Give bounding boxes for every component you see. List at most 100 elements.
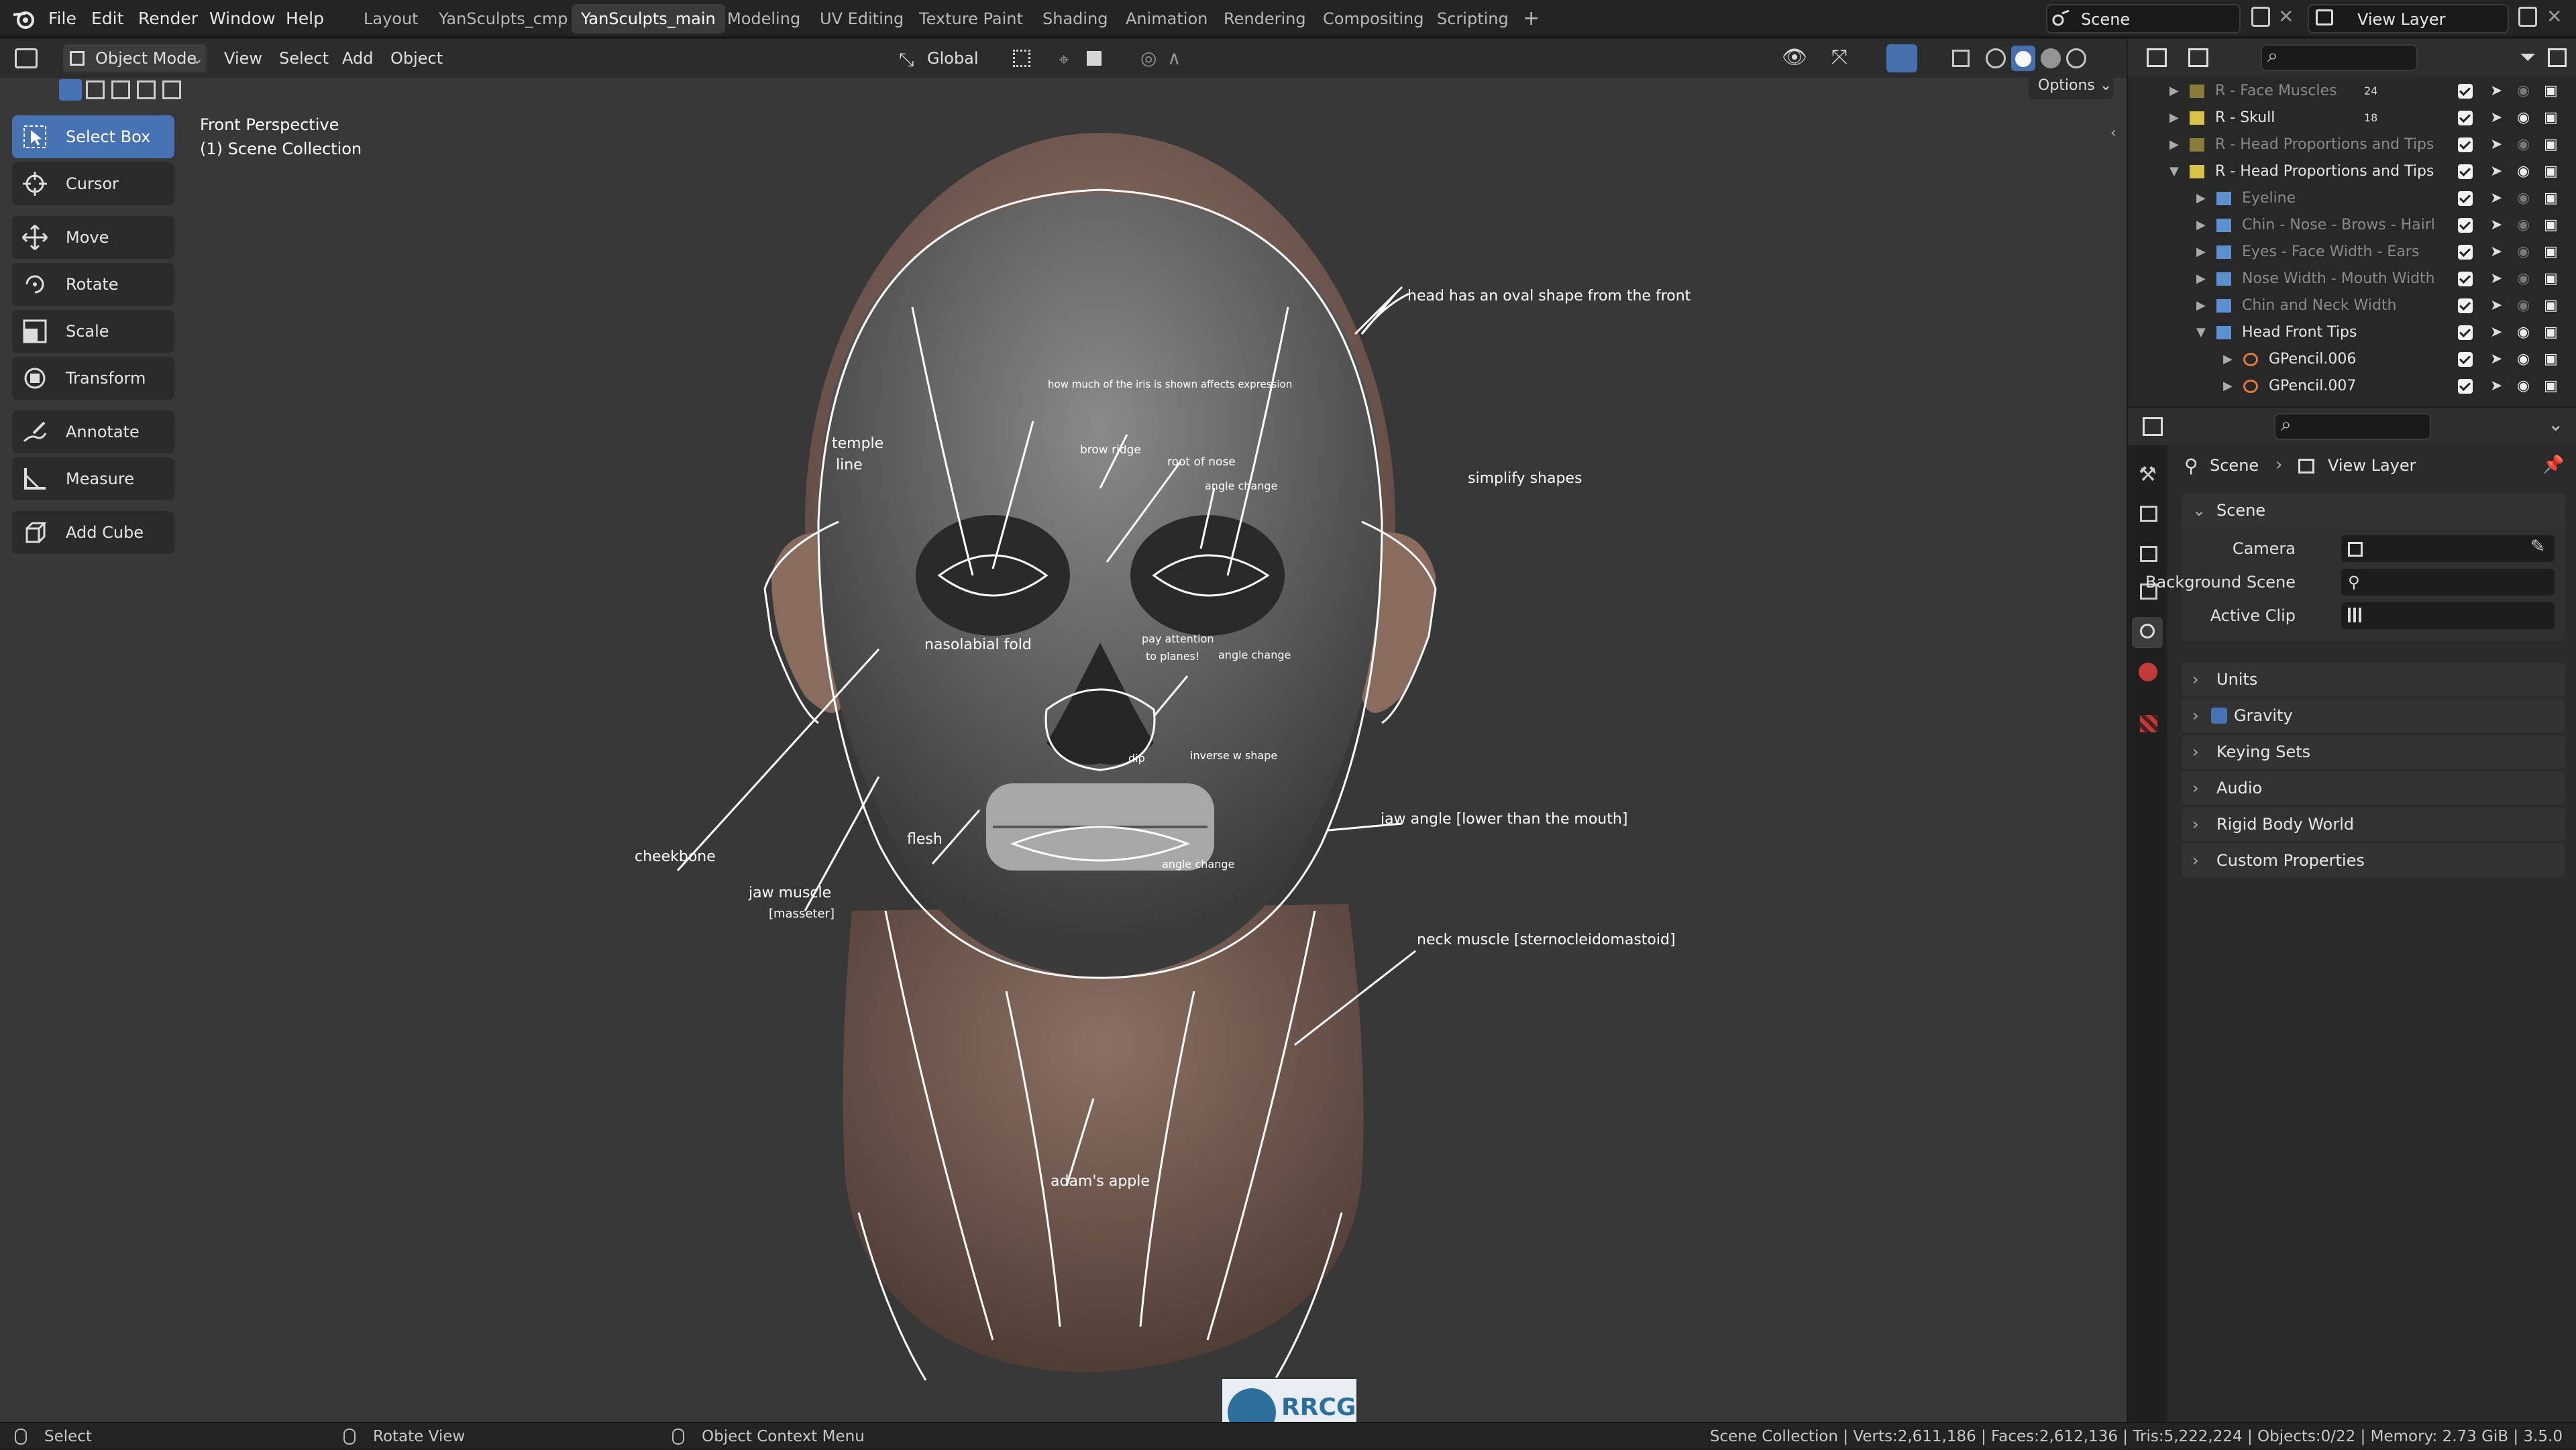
outliner-row[interactable]: ▶ R - Face Muscles 24 ➤ ◉ ▣ [2128, 78, 2576, 105]
editor-type-icon[interactable] [15, 48, 38, 68]
menu-render[interactable]: Render [131, 0, 205, 38]
overlays-icon[interactable] [1886, 44, 1917, 72]
expand-arrow-down-icon[interactable]: ▼ [2196, 319, 2206, 346]
selectable-icon[interactable]: ➤ [2490, 78, 2502, 105]
blender-logo-icon[interactable] [12, 8, 35, 30]
transform-orientation-dropdown[interactable]: Global [927, 39, 979, 78]
outliner-row[interactable]: ▶ Nose Width - Mouth Width ➤ ◉ ▣ [2128, 266, 2576, 292]
3d-viewport[interactable]: head has an oval shape from the front ho… [0, 39, 2127, 1446]
menu-help[interactable]: Help [279, 0, 331, 38]
visibility-eye-icon[interactable]: 👁 [1782, 46, 1807, 69]
background-scene-field[interactable] [2341, 569, 2555, 596]
tab-uv-editing[interactable]: UV Editing [810, 4, 913, 34]
selectable-icon[interactable]: ➤ [2490, 346, 2502, 373]
tool-measure[interactable]: Measure [12, 457, 174, 500]
exclude-checkbox[interactable] [2458, 379, 2473, 394]
chevron-down-icon[interactable]: ⌄ [2548, 413, 2563, 435]
selectable-icon[interactable]: ➤ [2490, 319, 2502, 346]
display-mode-icon[interactable] [2188, 48, 2208, 67]
expand-arrow-right-icon[interactable]: ▶ [2223, 373, 2233, 400]
visibility-eye-icon[interactable]: ◉ [2517, 346, 2530, 373]
exclude-checkbox[interactable] [2458, 164, 2473, 179]
exclude-checkbox[interactable] [2458, 352, 2473, 367]
selectable-icon[interactable]: ➤ [2490, 266, 2502, 292]
filter-icon[interactable]: ⏷ [2520, 46, 2536, 69]
rendered-shading-icon[interactable] [2066, 48, 2086, 68]
proportional-edit-icon[interactable]: ◎ [1140, 47, 1157, 69]
selectable-icon[interactable]: ➤ [2490, 292, 2502, 319]
outliner-row[interactable]: ▶ R - Head Proportions and Tips ➤ ◉ ▣ [2128, 131, 2576, 158]
texture-tab-icon[interactable] [2140, 715, 2157, 732]
view-layer-selector[interactable]: View Layer [2308, 4, 2509, 34]
gravity-panel-header[interactable]: › Gravity [2182, 699, 2565, 732]
tab-rendering[interactable]: Rendering [1214, 4, 1316, 34]
camera-field[interactable] [2341, 535, 2555, 562]
menu-view[interactable]: View [224, 39, 262, 78]
tab-scripting[interactable]: Scripting [1428, 4, 1518, 34]
tool-transform[interactable]: Transform [12, 357, 174, 400]
expand-arrow-right-icon[interactable]: ▶ [2196, 212, 2206, 239]
exclude-checkbox[interactable] [2458, 298, 2473, 313]
active-clip-field[interactable] [2341, 602, 2555, 629]
snap-target-icon[interactable] [1087, 51, 1102, 66]
render-camera-icon[interactable]: ▣ [2544, 212, 2558, 239]
expand-arrow-right-icon[interactable]: ▶ [2196, 266, 2206, 292]
tool-tab-icon[interactable]: ⚒ [2139, 463, 2157, 486]
options-button[interactable]: Options ⌄ [2029, 72, 2113, 99]
outliner-search-input[interactable] [2261, 44, 2418, 71]
snap-icon[interactable]: ⌖ [1059, 48, 1069, 71]
scene-panel-header[interactable]: ⌄ Scene [2182, 494, 2565, 527]
selectable-icon[interactable]: ➤ [2490, 373, 2502, 400]
tool-cursor[interactable]: Cursor [12, 162, 174, 205]
visibility-eye-icon[interactable]: ◉ [2517, 105, 2530, 131]
eyedropper-icon[interactable]: ✎ [2530, 537, 2545, 557]
selectable-icon[interactable]: ➤ [2490, 212, 2502, 239]
units-panel-header[interactable]: › Units [2182, 663, 2565, 696]
tab-shading[interactable]: Shading [1033, 4, 1118, 34]
render-camera-icon[interactable]: ▣ [2544, 266, 2558, 292]
render-camera-icon[interactable]: ▣ [2544, 158, 2558, 185]
expand-arrow-right-icon[interactable]: ▶ [2169, 131, 2179, 158]
exclude-checkbox[interactable] [2458, 84, 2473, 99]
tab-texture-paint[interactable]: Texture Paint [910, 4, 1032, 34]
visibility-eye-icon[interactable]: ◉ [2517, 373, 2530, 400]
new-scene-icon[interactable] [2251, 7, 2270, 27]
outliner-row[interactable]: ▶ GPencil.006 ➤ ◉ ▣ [2128, 346, 2576, 373]
selectable-icon[interactable]: ➤ [2490, 105, 2502, 131]
tool-add-cube[interactable]: Add Cube [12, 511, 174, 554]
tab-compositing[interactable]: Compositing [1313, 4, 1433, 34]
visibility-eye-icon[interactable]: ◉ [2517, 131, 2530, 158]
tool-move[interactable]: Move [12, 216, 174, 259]
expand-arrow-right-icon[interactable]: ▶ [2196, 185, 2206, 212]
render-camera-icon[interactable]: ▣ [2544, 319, 2558, 346]
exclude-checkbox[interactable] [2458, 111, 2473, 125]
expand-arrow-right-icon[interactable]: ▶ [2196, 239, 2206, 266]
sidebar-toggle-icon[interactable]: ‹ [2110, 125, 2116, 142]
render-camera-icon[interactable]: ▣ [2544, 185, 2558, 212]
material-shading-icon[interactable] [2041, 48, 2061, 68]
menu-add[interactable]: Add [342, 39, 373, 78]
exclude-checkbox[interactable] [2458, 272, 2473, 286]
visibility-eye-icon[interactable]: ◉ [2517, 212, 2530, 239]
outliner-row[interactable]: ▶ Eyes - Face Width - Ears ➤ ◉ ▣ [2128, 239, 2576, 266]
exclude-checkbox[interactable] [2458, 191, 2473, 206]
menu-file[interactable]: File [42, 0, 83, 38]
tool-annotate[interactable]: Annotate [12, 410, 174, 453]
visibility-eye-icon[interactable]: ◉ [2517, 158, 2530, 185]
render-camera-icon[interactable]: ▣ [2544, 292, 2558, 319]
world-tab-icon[interactable] [2139, 663, 2157, 681]
pin-icon[interactable]: 📌 [2542, 455, 2564, 475]
scene-selector[interactable]: Scene [2046, 4, 2241, 34]
expand-arrow-right-icon[interactable]: ▶ [2196, 292, 2206, 319]
select-mode-buttons[interactable] [59, 76, 186, 103]
visibility-eye-icon[interactable]: ◉ [2517, 292, 2530, 319]
add-workspace-button[interactable]: + [1513, 4, 1549, 34]
tab-modeling[interactable]: Modeling [718, 4, 810, 34]
exclude-checkbox[interactable] [2458, 137, 2473, 152]
tool-select-box[interactable]: Select Box [12, 115, 174, 158]
outliner-row[interactable]: ▼ Head Front Tips ➤ ◉ ▣ [2128, 319, 2576, 346]
render-camera-icon[interactable]: ▣ [2544, 78, 2558, 105]
exclude-checkbox[interactable] [2458, 218, 2473, 233]
outliner-row[interactable]: ▶ Chin and Neck Width ➤ ◉ ▣ [2128, 292, 2576, 319]
properties-search-input[interactable] [2274, 413, 2431, 440]
